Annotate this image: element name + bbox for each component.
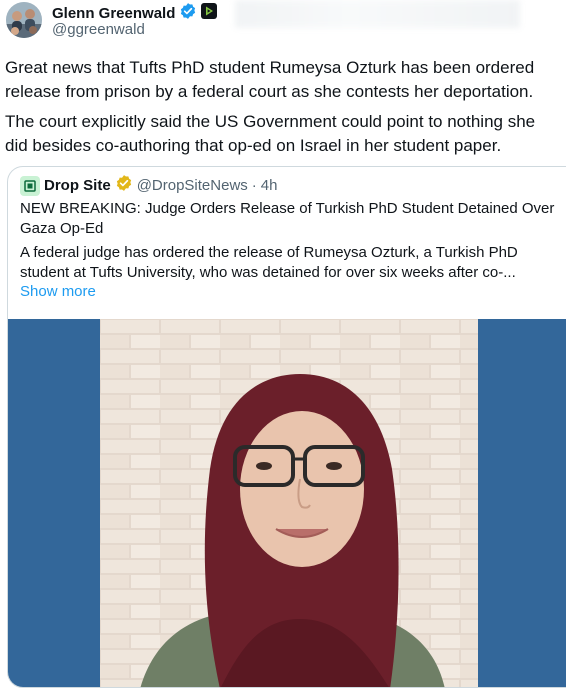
photo-image [100, 319, 478, 687]
tweet-header: Glenn Greenwald @ggreenwald [0, 0, 566, 46]
quoted-tweet[interactable]: Drop Site @DropSiteNews · 4h NEW BREAKIN… [7, 166, 566, 688]
blurred-header-region [235, 0, 520, 28]
quote-title: NEW BREAKING: Judge Orders Release of Tu… [20, 200, 555, 237]
tweet-paragraph: Great news that Tufts PhD student Rumeys… [5, 58, 535, 101]
verified-badge-icon [179, 2, 197, 25]
dropsite-logo-icon[interactable] [20, 175, 40, 196]
avatar-image [6, 2, 42, 38]
avatar[interactable] [6, 2, 42, 38]
tweet-paragraph: The court explicitly said the US Governm… [5, 112, 536, 155]
separator-dot: · [251, 177, 257, 194]
tweet-body: Great news that Tufts PhD student Rumeys… [5, 56, 557, 158]
gold-verified-badge-icon [115, 174, 133, 197]
quote-summary: A federal judge has ordered the release … [20, 244, 518, 281]
show-more-link[interactable]: Show more [20, 283, 96, 300]
author-handle[interactable]: @ggreenwald [52, 21, 145, 38]
author-name[interactable]: Glenn Greenwald [52, 5, 175, 22]
quote-author-name[interactable]: Drop Site [44, 177, 111, 194]
quote-author-handle[interactable]: @DropSiteNews [137, 177, 248, 194]
quote-media[interactable] [8, 319, 566, 687]
quote-timestamp[interactable]: 4h [261, 177, 278, 194]
quote-header: Drop Site @DropSiteNews · 4h [20, 174, 277, 197]
rumble-badge-icon[interactable] [201, 3, 218, 24]
